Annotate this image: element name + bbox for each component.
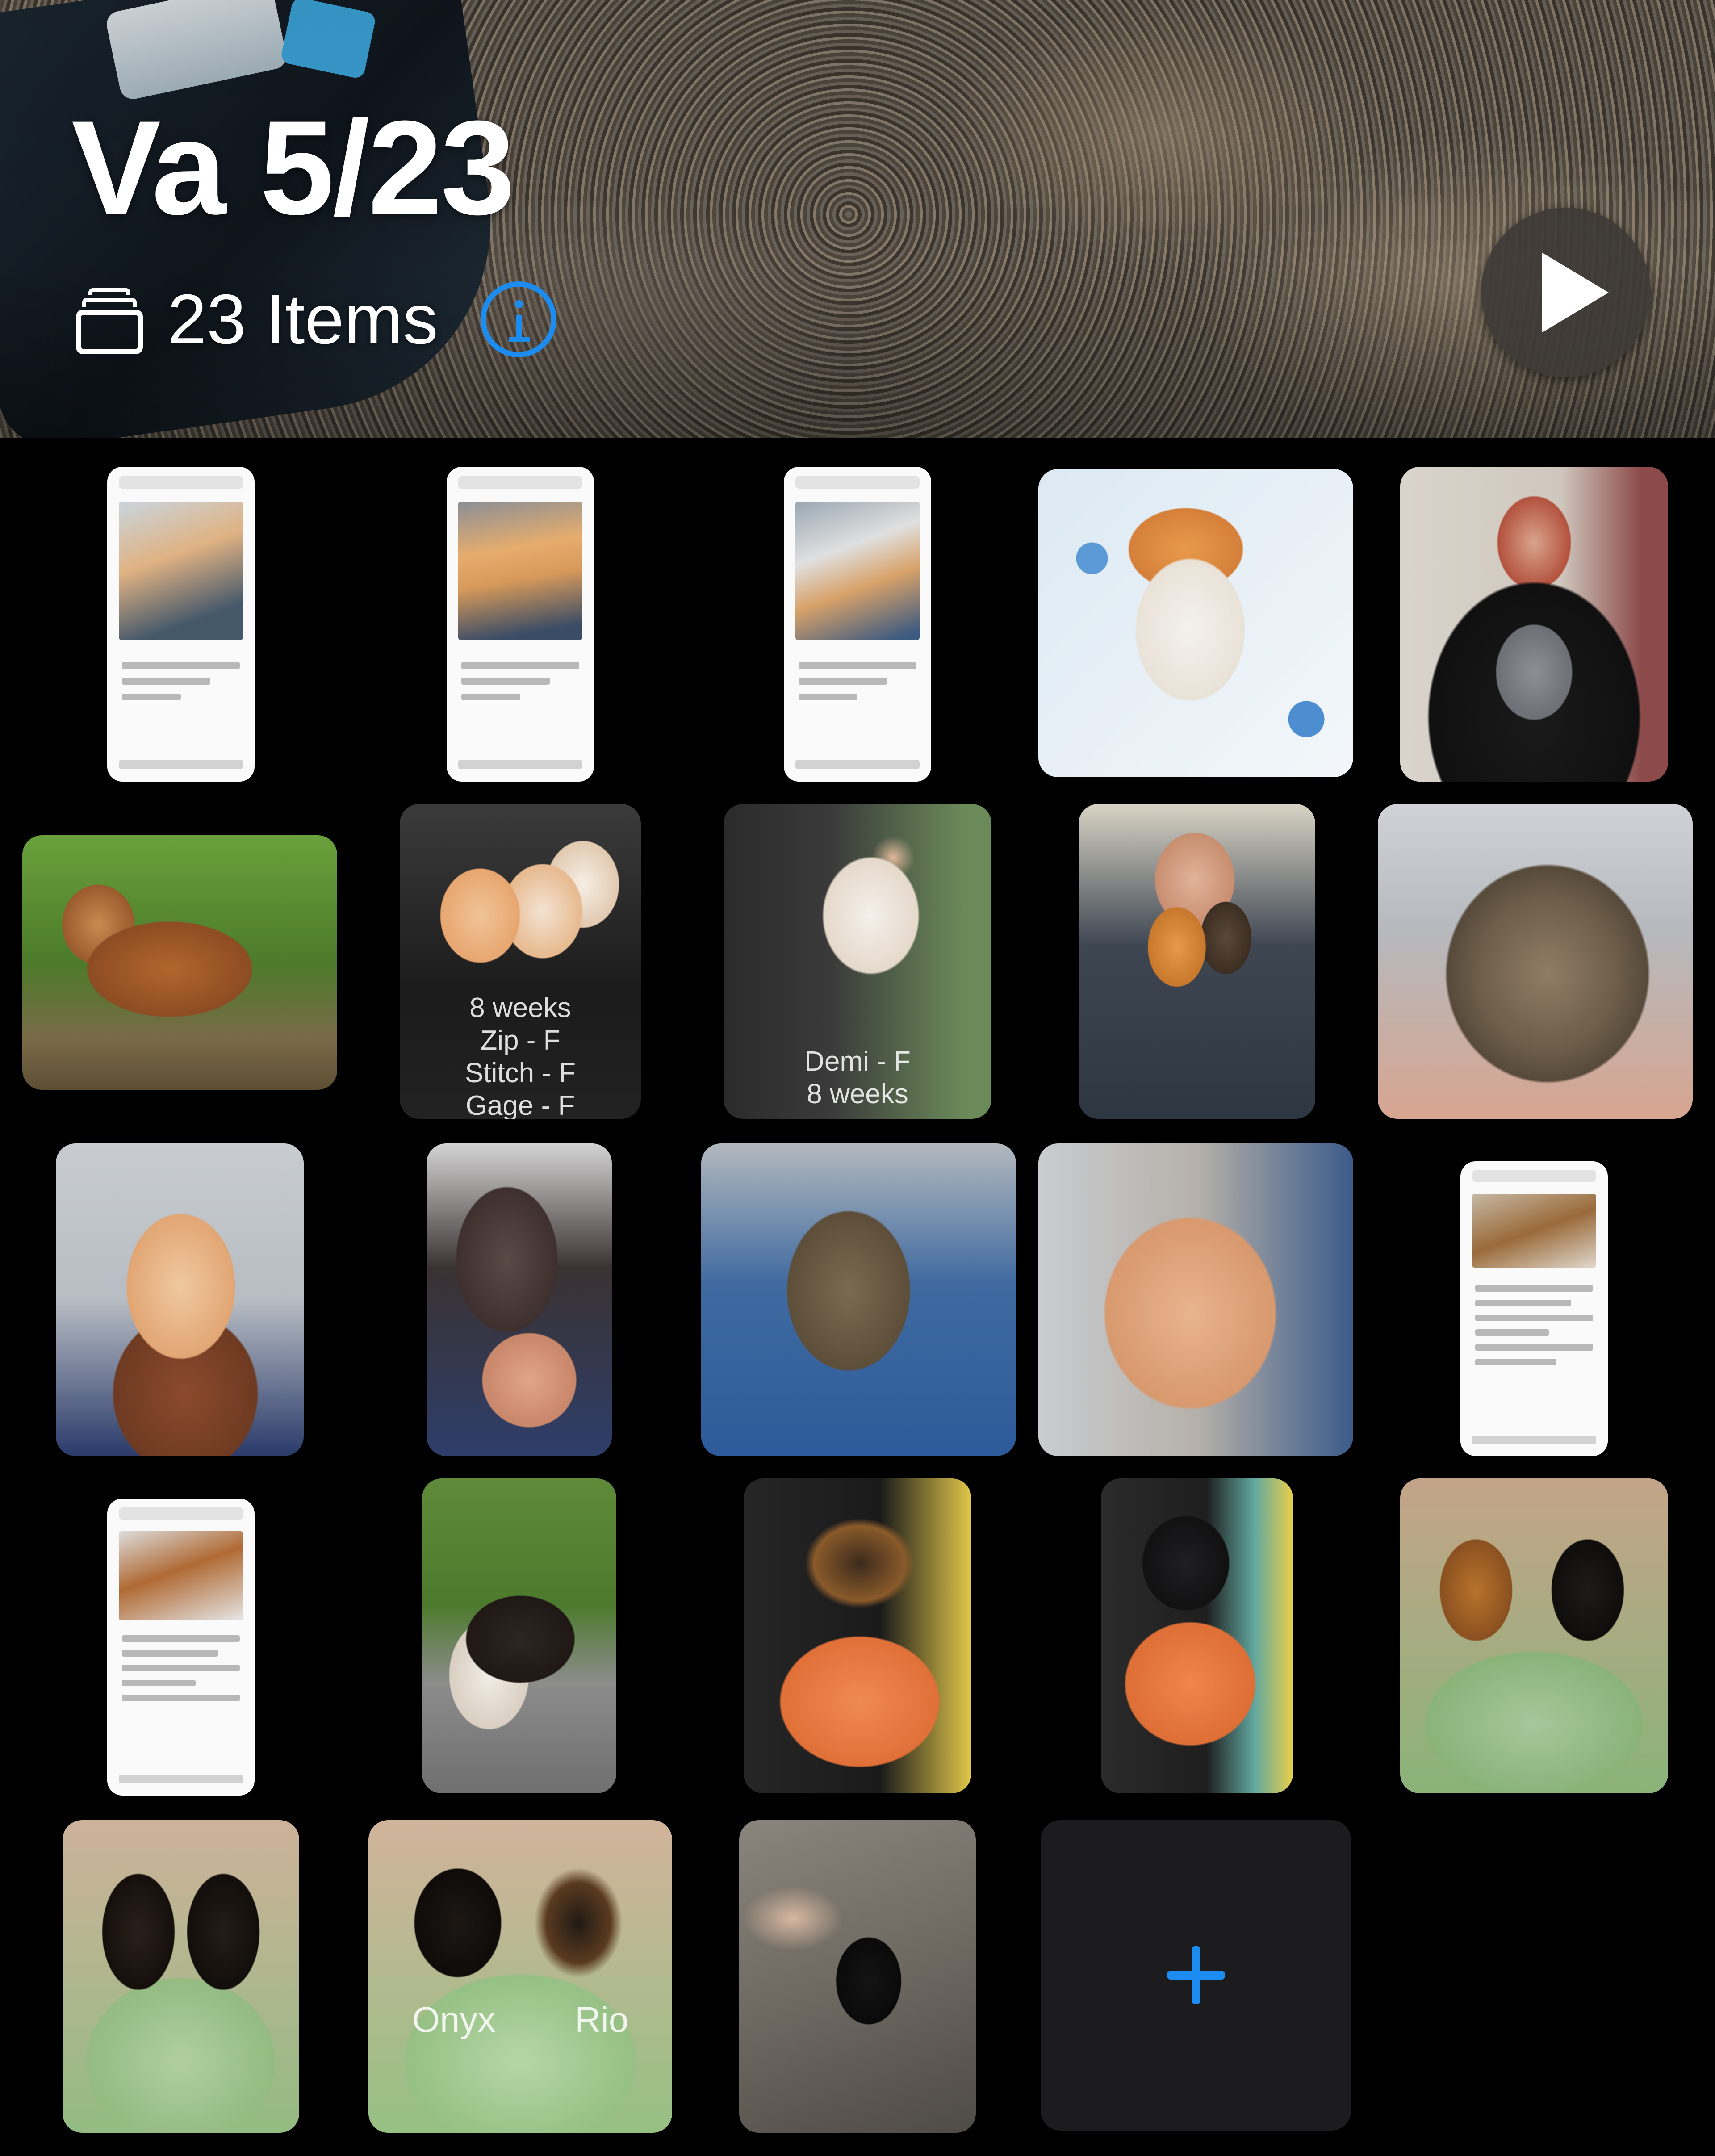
item-count-row: 23 Items (76, 280, 556, 359)
grid-item-16[interactable] (107, 1499, 255, 1796)
photo-caption: Demi - F 8 weeks (804, 1046, 911, 1110)
grid-item-14[interactable] (1038, 1143, 1353, 1456)
grid-item-18[interactable] (744, 1478, 971, 1793)
grid-item-10[interactable] (1378, 804, 1693, 1119)
grid-item-19[interactable] (1101, 1478, 1293, 1793)
add-item-button[interactable] (1041, 1820, 1351, 2131)
grid-item-9[interactable] (1079, 804, 1315, 1119)
grid-item-22[interactable]: Onyx Rio (368, 1820, 672, 2133)
grid-item-15[interactable] (1460, 1161, 1608, 1456)
item-count: 23 Items (167, 280, 438, 359)
grid-item-6[interactable] (22, 835, 337, 1090)
grid-item-2[interactable] (447, 467, 594, 782)
photo-stack-icon (76, 284, 143, 355)
photo-caption: Onyx Rio (412, 2000, 629, 2039)
grid-item-11[interactable] (56, 1143, 304, 1456)
album-header: Va 5/23 23 Items (0, 0, 1715, 438)
grid-item-5[interactable] (1400, 467, 1668, 782)
play-icon (1542, 252, 1609, 333)
grid-item-3[interactable] (784, 467, 931, 782)
grid-item-7[interactable]: 8 weeks Zip - F Stitch - F Gage - F (400, 804, 641, 1119)
info-circle-icon[interactable] (480, 281, 556, 357)
grid-item-23[interactable] (739, 1820, 976, 2133)
grid-item-12[interactable] (427, 1143, 612, 1456)
grid-item-4[interactable] (1038, 469, 1353, 777)
photo-caption: 8 weeks Zip - F Stitch - F Gage - F (464, 992, 576, 1119)
play-button[interactable] (1481, 208, 1651, 377)
grid-item-17[interactable] (422, 1478, 616, 1793)
grid-item-20[interactable] (1400, 1478, 1668, 1793)
album-view: Va 5/23 23 Items 8 weeks Zip - F Stitch … (0, 0, 1715, 2156)
grid-item-8[interactable]: Demi - F 8 weeks (724, 804, 991, 1119)
grid-item-1[interactable] (107, 467, 255, 782)
album-title: Va 5/23 (71, 92, 515, 243)
grid-item-21[interactable] (63, 1820, 299, 2133)
grid-item-13[interactable] (701, 1143, 1016, 1456)
